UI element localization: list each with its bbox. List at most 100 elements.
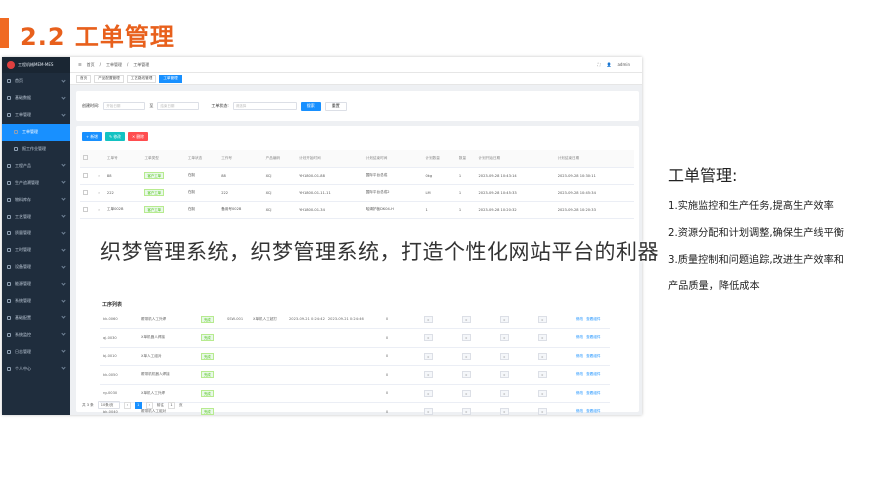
sidebar-item[interactable]: 能源管理 xyxy=(2,276,70,293)
value-box: 0 xyxy=(423,408,433,415)
sidebar-item-label: 工时管理 xyxy=(15,247,31,253)
table-cell: YH1800-01-34 xyxy=(296,201,363,219)
process-cell xyxy=(286,402,325,415)
sidebar-item[interactable]: 首页 xyxy=(2,73,70,90)
sidebar-item[interactable]: 工程产品 xyxy=(2,157,70,174)
user-icon[interactable]: 👤 xyxy=(606,62,611,67)
sidebar-item[interactable]: 质量管理 xyxy=(2,225,70,242)
add-button[interactable]: + 新增 xyxy=(82,132,102,141)
expand-icon[interactable]: › xyxy=(95,184,104,202)
process-cell xyxy=(250,384,286,403)
sidebar-item[interactable]: 个人中心 xyxy=(2,360,70,377)
edit-link[interactable]: 修改 xyxy=(576,317,583,321)
value-box: 0 xyxy=(461,352,471,360)
prev-page-icon[interactable]: ‹ xyxy=(123,401,131,409)
sidebar-item[interactable]: 报工作业管理 xyxy=(2,141,70,158)
tab-route[interactable]: 工艺路线管理 xyxy=(126,74,157,83)
process-cell xyxy=(324,402,383,415)
process-row[interactable]: kk-0050 覆带机机器人焊接 完成 0 0 0 0 0 修改 查看组件 xyxy=(100,365,610,385)
process-row[interactable]: kk-0060 覆带机人工外焊 完成 SSW-001 X单机人工超打 2023-09-21… xyxy=(100,310,610,329)
sidebar-item[interactable]: 工单管理 xyxy=(2,107,70,124)
tab-home[interactable]: 首页 xyxy=(76,74,92,83)
view-component-link[interactable]: 查看组件 xyxy=(586,335,600,339)
process-cell: 0 xyxy=(382,402,421,415)
end-date-input[interactable]: 结束日期 xyxy=(157,102,200,110)
search-button[interactable]: 搜索 xyxy=(300,101,321,111)
process-cell: 完成 xyxy=(198,402,224,415)
edit-link[interactable]: 修改 xyxy=(576,354,583,358)
page-1-button[interactable]: 1 xyxy=(134,401,142,409)
expand-icon[interactable]: › xyxy=(95,201,104,219)
goto-input[interactable]: 1 xyxy=(167,401,175,409)
sidebar-item[interactable]: 系统监控 xyxy=(2,326,70,343)
sidebar-item-label: 系统管理 xyxy=(15,298,31,304)
table-cell: 国际平台总成 xyxy=(362,167,423,185)
tabs-bar: 首页 产品配置管理 工艺路线管理 工单管理 xyxy=(70,73,642,85)
process-row[interactable]: bj-0010 X单人工组对 完成 0 0 0 0 0 修改 查看组件 xyxy=(100,347,610,366)
tab-product-config[interactable]: 产品配置管理 xyxy=(94,74,124,83)
tab-workorder[interactable]: 工单管理 xyxy=(159,74,182,83)
breadcrumb-1[interactable]: 首页 xyxy=(87,62,95,68)
menu-icon xyxy=(7,180,11,185)
column-header: 工单类型 xyxy=(141,150,185,168)
chevron-down-icon xyxy=(61,247,66,252)
sidebar-item[interactable]: 工艺管理 xyxy=(2,208,70,225)
sidebar-item[interactable]: 系统管理 xyxy=(2,293,70,310)
fullscreen-icon[interactable]: ⛶ xyxy=(598,62,601,67)
delete-button[interactable]: ✕ 删除 xyxy=(127,132,148,141)
chevron-down-icon xyxy=(61,78,66,83)
status-select[interactable]: 请选择 xyxy=(232,102,297,110)
view-component-link[interactable]: 查看组件 xyxy=(586,372,600,376)
menu-icon xyxy=(7,96,11,101)
table-cell: 哈姆护板DK04-H xyxy=(362,201,423,219)
process-row[interactable]: rg-0030 X单机人工外焊 完成 0 0 0 0 0 修改 查看组件 xyxy=(100,384,610,403)
row-checkbox[interactable] xyxy=(80,201,96,219)
sidebar-item[interactable]: 设备管理 xyxy=(2,259,70,276)
table-row[interactable]: › 222 客户工单 在制 222 XCJ YH1800-01-11-11 国际平台总成2 LM… xyxy=(80,184,634,202)
value-box: 0 xyxy=(499,352,509,360)
edit-link[interactable]: 修改 xyxy=(576,391,583,395)
sidebar-item[interactable]: 基础数据 xyxy=(2,90,70,107)
sidebar-item[interactable]: 日志管理 xyxy=(2,343,70,360)
sidebar-item[interactable]: 物料库存 xyxy=(2,191,70,208)
page-size-select[interactable]: 10条/页 xyxy=(97,401,120,409)
start-date-input[interactable]: 开始日期 xyxy=(103,102,146,110)
chevron-down-icon xyxy=(61,95,66,100)
type-tag: 客户工单 xyxy=(144,206,164,213)
sidebar-item[interactable]: 基础配置 xyxy=(2,309,70,326)
row-checkbox[interactable] xyxy=(80,167,96,185)
menu-toggle-icon[interactable]: ☰ xyxy=(78,62,82,67)
process-cell xyxy=(224,347,250,366)
select-all-checkbox[interactable] xyxy=(80,150,96,168)
breadcrumb-2[interactable]: 工单管理 xyxy=(106,62,122,68)
view-component-link[interactable]: 查看组件 xyxy=(586,317,600,321)
process-row[interactable]: qj-0030 X单机器人焊接 完成 0 0 0 0 0 修改 查看组件 xyxy=(100,328,610,348)
edit-button[interactable]: ✎ 修改 xyxy=(104,132,125,141)
view-component-link[interactable]: 查看组件 xyxy=(586,354,600,358)
value-box: 0 xyxy=(461,334,471,342)
sidebar-item[interactable]: 工时管理 xyxy=(2,242,70,259)
menu-icon xyxy=(7,163,11,168)
menu-icon xyxy=(7,248,11,253)
notes-title: 工单管理: xyxy=(668,166,738,185)
process-table: kk-0060 覆带机人工外焊 完成 SSW-001 X单机人工超打 2023-09-21… xyxy=(100,310,610,415)
value-box: 0 xyxy=(423,334,433,342)
user-name[interactable]: admin xyxy=(617,62,630,67)
row-checkbox[interactable] xyxy=(80,184,96,202)
process-cell: 2023-09-21 0:24:42 xyxy=(286,310,325,329)
value-box: 0 xyxy=(461,315,471,323)
sidebar-item[interactable]: 工单管理 xyxy=(2,123,70,141)
process-cell xyxy=(324,328,383,348)
process-cell: 0 xyxy=(534,310,573,329)
next-page-icon[interactable]: › xyxy=(145,401,153,409)
edit-link[interactable]: 修改 xyxy=(576,409,583,413)
view-component-link[interactable]: 查看组件 xyxy=(586,391,600,395)
edit-link[interactable]: 修改 xyxy=(576,372,583,376)
reset-button[interactable]: 重置 xyxy=(324,101,347,111)
expand-icon[interactable]: › xyxy=(95,167,104,185)
view-component-link[interactable]: 查看组件 xyxy=(586,409,600,413)
table-row[interactable]: › 88 客户工单 在制 88 XCJ YH1800-01-88 国际平台总成 0kg 1 2023… xyxy=(80,167,634,185)
table-row[interactable]: › 工单002B 客户工单 在制 备用号002B XCJ YH1800-01-34 哈姆护板D… xyxy=(80,201,634,219)
edit-link[interactable]: 修改 xyxy=(576,335,583,339)
sidebar-item[interactable]: 生产追溯管理 xyxy=(2,174,70,191)
